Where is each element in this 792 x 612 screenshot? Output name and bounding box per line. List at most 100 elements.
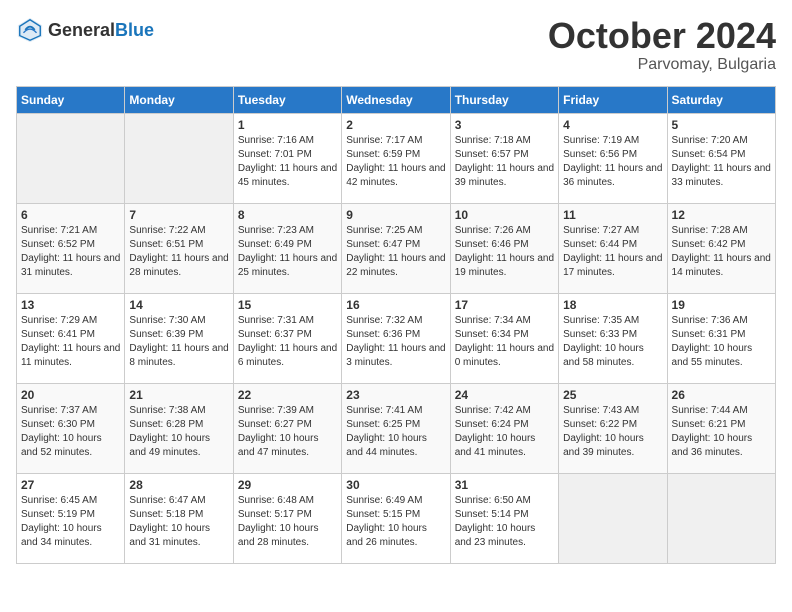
day-info: Sunrise: 7:20 AMSunset: 6:54 PMDaylight:… [672,134,771,190]
calendar-table: SundayMondayTuesdayWednesdayThursdayFrid… [16,86,776,564]
day-number: 18 [563,298,662,312]
day-number: 2 [346,118,445,132]
day-cell: 29 Sunrise: 6:48 AMSunset: 5:17 PMDayligh… [233,473,341,563]
day-info: Sunrise: 7:34 AMSunset: 6:34 PMDaylight:… [455,314,554,370]
day-info: Sunrise: 7:16 AMSunset: 7:01 PMDaylight:… [238,134,337,190]
day-cell: 11Sunrise: 7:27 AMSunset: 6:44 PMDayligh… [559,203,667,293]
day-info: Sunrise: 7:18 AMSunset: 6:57 PMDaylight:… [455,134,554,190]
day-info: Sunrise: 7:35 AMSunset: 6:33 PMDaylight:… [563,314,662,370]
day-info: Sunrise: 7:42 AMSunset: 6:24 PMDaylight:… [455,404,554,460]
day-cell: 23Sunrise: 7:41 AMSunset: 6:25 PMDayligh… [342,383,450,473]
day-info: Sunrise: 7:36 AMSunset: 6:31 PMDaylight:… [672,314,771,370]
day-number: 6 [21,208,120,222]
day-info: Sunrise: 7:22 AMSunset: 6:51 PMDaylight:… [129,224,228,280]
day-number: 31 [455,478,554,492]
day-cell: 12Sunrise: 7:28 AMSunset: 6:42 PMDayligh… [667,203,775,293]
day-info: Sunrise: 7:19 AMSunset: 6:56 PMDaylight:… [563,134,662,190]
day-info: Sunrise: 6:45 AMSunset: 5:19 PMDaylight:… [21,494,120,550]
day-cell: 13 Sunrise: 7:29 AMSunset: 6:41 PMDayligh… [17,293,125,383]
day-cell: 15Sunrise: 7:31 AMSunset: 6:37 PMDayligh… [233,293,341,383]
day-cell: 21 Sunrise: 7:38 AMSunset: 6:28 PMDayligh… [125,383,233,473]
logo-icon [16,16,44,44]
day-number: 27 [21,478,120,492]
week-row-1: 1Sunrise: 7:16 AMSunset: 7:01 PMDaylight… [17,113,776,203]
day-number: 15 [238,298,337,312]
day-number: 19 [672,298,771,312]
day-number: 4 [563,118,662,132]
title-area: October 2024 Parvomay, Bulgaria [548,16,776,74]
day-info: Sunrise: 7:32 AMSunset: 6:36 PMDaylight:… [346,314,445,370]
week-row-5: 27 Sunrise: 6:45 AMSunset: 5:19 PMDayligh… [17,473,776,563]
day-info: Sunrise: 7:23 AMSunset: 6:49 PMDaylight:… [238,224,337,280]
day-number: 25 [563,388,662,402]
page-header: GeneralBlue October 2024 Parvomay, Bulga… [16,16,776,74]
logo-text: GeneralBlue [48,20,154,41]
location: Parvomay, Bulgaria [548,56,776,74]
day-info: Sunrise: 7:39 AMSunset: 6:27 PMDaylight:… [238,404,337,460]
week-row-4: 20Sunrise: 7:37 AMSunset: 6:30 PMDayligh… [17,383,776,473]
day-info: Sunrise: 7:38 AMSunset: 6:28 PMDaylight:… [129,404,228,460]
day-cell: 9 Sunrise: 7:25 AMSunset: 6:47 PMDaylight… [342,203,450,293]
header-cell-tuesday: Tuesday [233,86,341,113]
day-cell: 6 Sunrise: 7:21 AMSunset: 6:52 PMDaylight… [17,203,125,293]
day-info: Sunrise: 6:50 AMSunset: 5:14 PMDaylight:… [455,494,554,550]
day-cell: 3 Sunrise: 7:18 AMSunset: 6:57 PMDaylight… [450,113,558,203]
day-number: 12 [672,208,771,222]
day-info: Sunrise: 7:43 AMSunset: 6:22 PMDaylight:… [563,404,662,460]
day-number: 20 [21,388,120,402]
header-cell-thursday: Thursday [450,86,558,113]
day-number: 7 [129,208,228,222]
day-info: Sunrise: 7:21 AMSunset: 6:52 PMDaylight:… [21,224,120,280]
day-cell: 18 Sunrise: 7:35 AMSunset: 6:33 PMDayligh… [559,293,667,383]
day-cell: 30 Sunrise: 6:49 AMSunset: 5:15 PMDayligh… [342,473,450,563]
day-cell: 5Sunrise: 7:20 AMSunset: 6:54 PMDaylight… [667,113,775,203]
day-info: Sunrise: 6:47 AMSunset: 5:18 PMDaylight:… [129,494,228,550]
day-cell: 8 Sunrise: 7:23 AMSunset: 6:49 PMDaylight… [233,203,341,293]
header-cell-saturday: Saturday [667,86,775,113]
logo: GeneralBlue [16,16,154,44]
day-number: 16 [346,298,445,312]
header-cell-wednesday: Wednesday [342,86,450,113]
day-cell: 26Sunrise: 7:44 AMSunset: 6:21 PMDayligh… [667,383,775,473]
week-row-3: 13 Sunrise: 7:29 AMSunset: 6:41 PMDayligh… [17,293,776,383]
day-number: 28 [129,478,228,492]
day-number: 30 [346,478,445,492]
day-number: 13 [21,298,120,312]
day-cell [667,473,775,563]
day-cell: 20Sunrise: 7:37 AMSunset: 6:30 PMDayligh… [17,383,125,473]
day-cell: 28 Sunrise: 6:47 AMSunset: 5:18 PMDayligh… [125,473,233,563]
day-cell [17,113,125,203]
day-cell: 4 Sunrise: 7:19 AMSunset: 6:56 PMDaylight… [559,113,667,203]
day-number: 22 [238,388,337,402]
logo-blue: Blue [115,20,154,40]
day-info: Sunrise: 6:49 AMSunset: 5:15 PMDaylight:… [346,494,445,550]
day-info: Sunrise: 7:27 AMSunset: 6:44 PMDaylight:… [563,224,662,280]
day-number: 8 [238,208,337,222]
day-cell [559,473,667,563]
day-number: 24 [455,388,554,402]
week-row-2: 6 Sunrise: 7:21 AMSunset: 6:52 PMDaylight… [17,203,776,293]
day-info: Sunrise: 7:41 AMSunset: 6:25 PMDaylight:… [346,404,445,460]
day-cell: 10Sunrise: 7:26 AMSunset: 6:46 PMDayligh… [450,203,558,293]
day-number: 17 [455,298,554,312]
day-number: 10 [455,208,554,222]
day-cell: 22 Sunrise: 7:39 AMSunset: 6:27 PMDayligh… [233,383,341,473]
day-info: Sunrise: 6:48 AMSunset: 5:17 PMDaylight:… [238,494,337,550]
header-cell-sunday: Sunday [17,86,125,113]
day-number: 21 [129,388,228,402]
day-number: 3 [455,118,554,132]
day-number: 29 [238,478,337,492]
day-number: 26 [672,388,771,402]
day-info: Sunrise: 7:29 AMSunset: 6:41 PMDaylight:… [21,314,120,370]
day-number: 14 [129,298,228,312]
day-cell: 14Sunrise: 7:30 AMSunset: 6:39 PMDayligh… [125,293,233,383]
day-number: 9 [346,208,445,222]
day-cell: 2Sunrise: 7:17 AMSunset: 6:59 PMDaylight… [342,113,450,203]
day-cell [125,113,233,203]
day-info: Sunrise: 7:25 AMSunset: 6:47 PMDaylight:… [346,224,445,280]
day-cell: 7 Sunrise: 7:22 AMSunset: 6:51 PMDaylight… [125,203,233,293]
day-cell: 25 Sunrise: 7:43 AMSunset: 6:22 PMDayligh… [559,383,667,473]
logo-general: General [48,20,115,40]
day-cell: 1Sunrise: 7:16 AMSunset: 7:01 PMDaylight… [233,113,341,203]
day-cell: 27 Sunrise: 6:45 AMSunset: 5:19 PMDayligh… [17,473,125,563]
